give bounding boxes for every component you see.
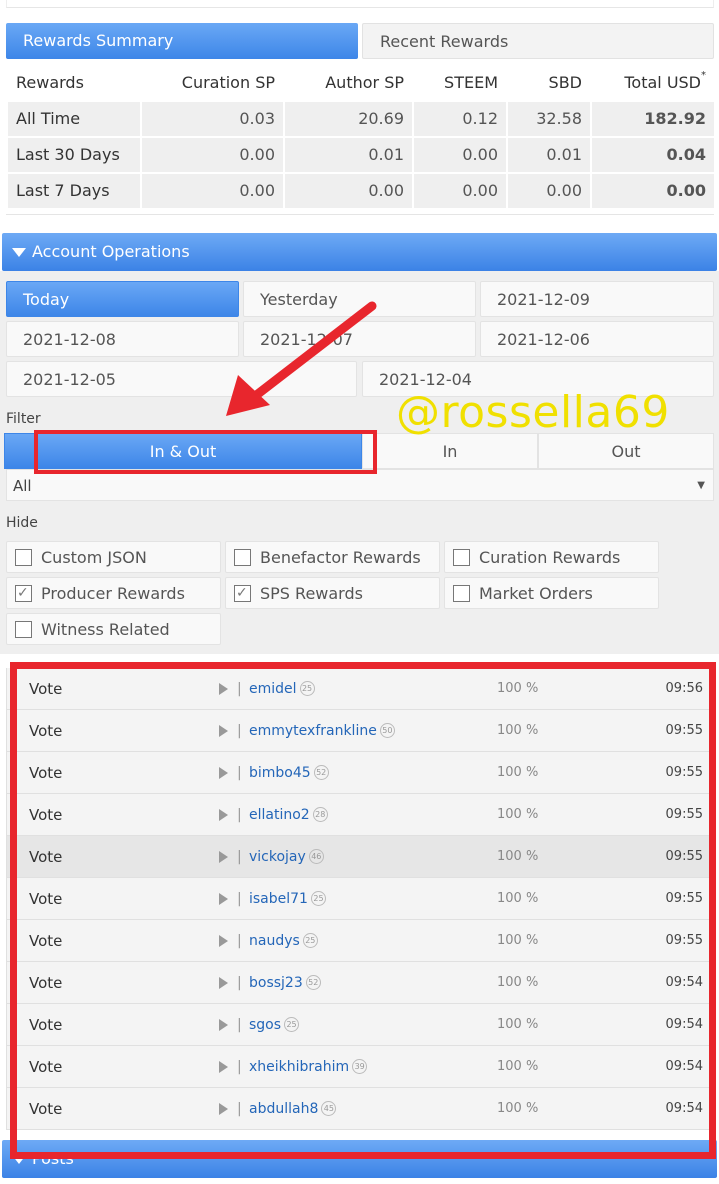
author-sp-cell: 20.69 bbox=[285, 102, 412, 136]
hide-label: Hide bbox=[6, 515, 38, 531]
account-operations-header[interactable]: Account Operations bbox=[2, 233, 717, 271]
steem-cell: 0.00 bbox=[414, 174, 506, 208]
checkbox-label: Witness Related bbox=[41, 620, 170, 639]
sbd-cell: 0.00 bbox=[508, 174, 590, 208]
account-operations-title: Account Operations bbox=[32, 242, 190, 261]
checkbox-icon bbox=[453, 549, 470, 566]
hide-benefactor-rewards-checkbox[interactable]: Benefactor Rewards bbox=[225, 541, 440, 573]
day-button-yesterday[interactable]: Yesterday bbox=[243, 281, 476, 317]
rewards-panel-edge bbox=[6, 209, 714, 215]
checkbox-icon bbox=[234, 549, 251, 566]
table-row: Last 7 Days 0.00 0.00 0.00 0.00 0.00 bbox=[6, 173, 714, 209]
column-header: Author SP bbox=[325, 73, 404, 92]
chevron-down-icon: ▼ bbox=[697, 480, 705, 491]
steem-cell: 0.00 bbox=[414, 138, 506, 172]
total-usd-cell: 0.00 bbox=[592, 174, 714, 208]
day-button-2021-12-08[interactable]: 2021-12-08 bbox=[6, 321, 239, 357]
filter-out[interactable]: Out bbox=[538, 433, 714, 469]
hide-custom-json-checkbox[interactable]: Custom JSON bbox=[6, 541, 221, 573]
checkbox-label: SPS Rewards bbox=[260, 584, 363, 603]
checkbox-label: Benefactor Rewards bbox=[260, 548, 421, 567]
period-cell: Last 7 Days bbox=[8, 174, 140, 208]
day-button-2021-12-05[interactable]: 2021-12-05 bbox=[6, 361, 357, 397]
highlight-box-filter bbox=[34, 430, 377, 474]
curation-sp-cell: 0.00 bbox=[142, 174, 283, 208]
total-usd-header: Total USD bbox=[624, 73, 701, 92]
checkbox-icon bbox=[15, 549, 32, 566]
table-row: Last 30 Days 0.00 0.01 0.00 0.01 0.04 bbox=[6, 137, 714, 173]
rewards-tabs: Rewards Summary Recent Rewards bbox=[6, 23, 714, 59]
tab-recent-rewards[interactable]: Recent Rewards bbox=[362, 23, 714, 59]
sbd-cell: 32.58 bbox=[508, 102, 590, 136]
hide-market-orders-checkbox[interactable]: Market Orders bbox=[444, 577, 659, 609]
checkbox-checked-icon bbox=[15, 577, 32, 609]
total-usd-cell: 182.92 bbox=[592, 102, 714, 136]
sbd-cell: 0.01 bbox=[508, 138, 590, 172]
curation-sp-cell: 0.00 bbox=[142, 138, 283, 172]
day-button-2021-12-09[interactable]: 2021-12-09 bbox=[480, 281, 714, 317]
select-value: All bbox=[13, 477, 32, 495]
author-sp-cell: 0.00 bbox=[285, 174, 412, 208]
hide-producer-rewards-checkbox[interactable]: Producer Rewards bbox=[6, 577, 221, 609]
column-header: Total USD* bbox=[592, 66, 714, 100]
steem-cell: 0.12 bbox=[414, 102, 506, 136]
table-row: All Time 0.03 20.69 0.12 32.58 182.92 bbox=[6, 101, 714, 137]
total-usd-cell: 0.04 bbox=[592, 138, 714, 172]
highlight-box-votes bbox=[10, 662, 716, 1159]
hide-sps-rewards-checkbox[interactable]: SPS Rewards bbox=[225, 577, 440, 609]
checkbox-label: Producer Rewards bbox=[41, 584, 185, 603]
filter-label: Filter bbox=[6, 411, 41, 427]
column-header: Curation SP bbox=[181, 73, 275, 92]
checkbox-label: Market Orders bbox=[479, 584, 593, 603]
period-cell: Last 30 Days bbox=[8, 138, 140, 172]
column-header: Rewards bbox=[16, 73, 84, 92]
checkbox-icon bbox=[15, 621, 32, 638]
checkbox-label: Curation Rewards bbox=[479, 548, 621, 567]
tab-rewards-summary[interactable]: Rewards Summary bbox=[6, 23, 358, 59]
checkbox-label: Custom JSON bbox=[41, 548, 147, 567]
checkbox-icon bbox=[453, 585, 470, 602]
author-sp-cell: 0.01 bbox=[285, 138, 412, 172]
rewards-table: Rewards Curation SP Author SP STEEM SBD … bbox=[6, 65, 714, 209]
day-button-today[interactable]: Today bbox=[6, 281, 239, 317]
day-button-2021-12-06[interactable]: 2021-12-06 bbox=[480, 321, 714, 357]
hide-witness-related-checkbox[interactable]: Witness Related bbox=[6, 613, 221, 645]
curation-sp-cell: 0.03 bbox=[142, 102, 283, 136]
hide-curation-rewards-checkbox[interactable]: Curation Rewards bbox=[444, 541, 659, 573]
collapse-triangle-icon bbox=[12, 248, 26, 257]
filter-in[interactable]: In bbox=[362, 433, 538, 469]
period-cell: All Time bbox=[8, 102, 140, 136]
username-watermark: @rossella69 bbox=[396, 387, 670, 438]
table-header-row: Rewards Curation SP Author SP STEEM SBD … bbox=[6, 65, 714, 101]
footnote-marker: * bbox=[701, 70, 706, 81]
checkbox-checked-icon bbox=[234, 577, 251, 609]
column-header: SBD bbox=[548, 73, 582, 92]
column-header: STEEM bbox=[444, 73, 498, 92]
previous-panel-edge bbox=[6, 0, 714, 8]
day-button-2021-12-07[interactable]: 2021-12-07 bbox=[243, 321, 476, 357]
